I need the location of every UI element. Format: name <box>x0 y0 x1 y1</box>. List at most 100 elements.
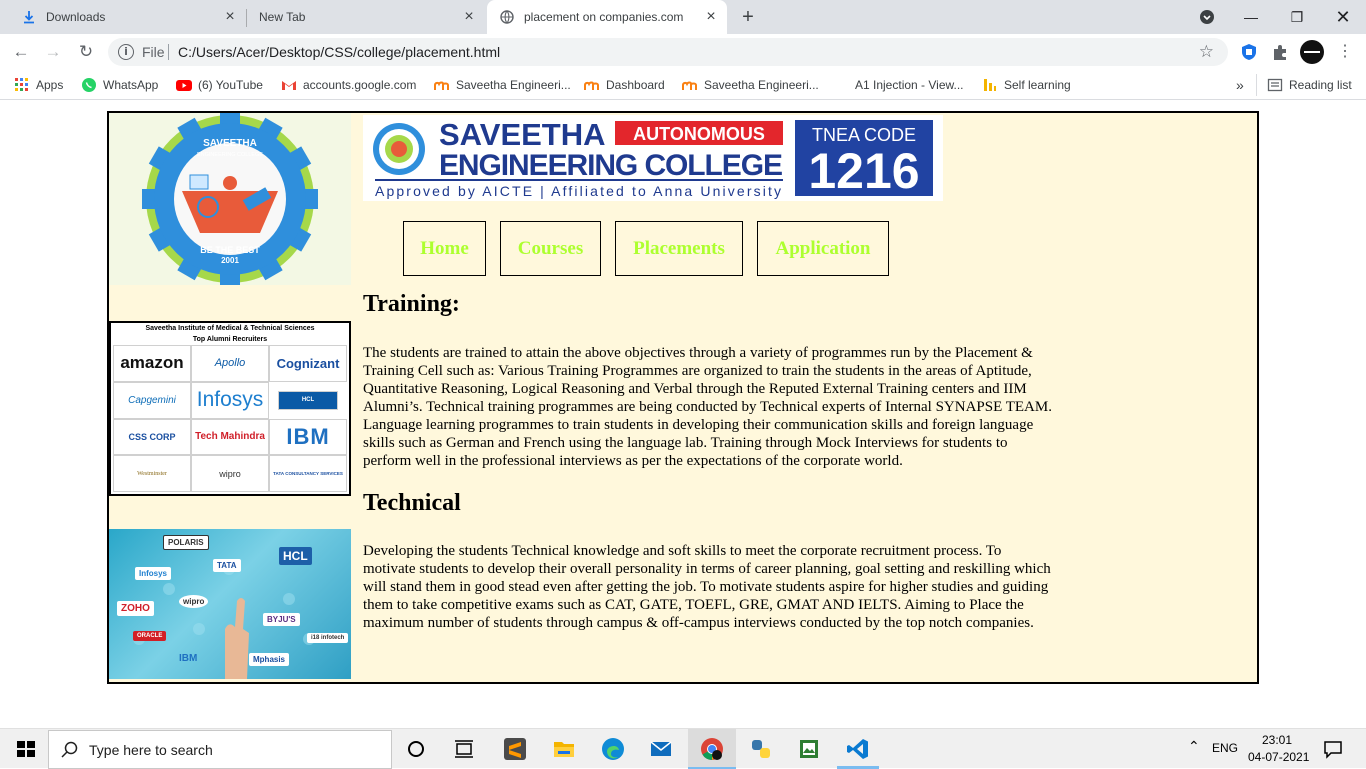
tab-placement[interactable]: placement on companies.com × <box>487 0 727 34</box>
collage-logo: Mphasis <box>249 653 290 666</box>
mail-icon[interactable] <box>649 737 673 761</box>
taskbar-search-box[interactable]: Type here to search <box>48 730 392 769</box>
moodle-icon <box>434 81 449 90</box>
bar-icon <box>984 79 996 91</box>
apps-grid-icon <box>15 78 28 91</box>
address-url[interactable]: C:/Users/Acer/Desktop/CSS/college/placem… <box>178 44 500 60</box>
bookmark-apps[interactable]: Apps <box>14 76 63 94</box>
tab-downloads[interactable]: Downloads × <box>8 0 246 34</box>
logo-title: SAVEETHA <box>203 138 257 149</box>
college-banner-graphic: SAVEETHA AUTONOMOUS ENGINEERING COLLEGE … <box>363 115 943 201</box>
bookmark-label: Apps <box>36 78 64 92</box>
profile-avatar-icon[interactable] <box>1300 40 1324 64</box>
restore-icon[interactable]: ❐ <box>1286 6 1308 28</box>
close-window-icon[interactable]: ✕ <box>1332 6 1354 28</box>
tab-title: Downloads <box>46 10 106 24</box>
tray-overflow-icon[interactable]: ⌃ <box>1188 738 1200 755</box>
clock-date[interactable]: 04-07-2021 <box>1248 750 1309 764</box>
tab-new-tab[interactable]: New Tab × <box>247 0 485 34</box>
bookmarks-divider <box>1256 74 1257 96</box>
clock-time[interactable]: 23:01 <box>1262 733 1292 747</box>
collage-logo: ZOHO <box>117 601 154 616</box>
banner-line2: ENGINEERING COLLEGE <box>439 149 783 182</box>
windows-taskbar: Type here to search ⌃ ENG 23:01 04-07-20… <box>0 728 1366 769</box>
address-bar[interactable]: i File C:/Users/Acer/Desktop/CSS/college… <box>108 38 1228 66</box>
logo-year: 2001 <box>221 256 239 265</box>
nav-home-link[interactable]: Home <box>403 221 486 276</box>
recruiter-logo: Tech Mahindra <box>191 418 269 456</box>
vscode-icon[interactable] <box>846 737 870 761</box>
tab-strip: Downloads × New Tab × placement on compa… <box>0 0 1366 34</box>
bookmark-label: Saveetha Engineeri... <box>456 78 571 92</box>
bookmark-whatsapp[interactable]: WhatsApp <box>81 76 158 94</box>
bookmark-label: accounts.google.com <box>303 78 417 92</box>
reading-list-button[interactable]: Reading list <box>1267 76 1352 94</box>
bookmark-label: (6) YouTube <box>198 78 263 92</box>
chrome-icon[interactable] <box>700 737 724 761</box>
logo-motto: BE THE BEST <box>200 245 260 255</box>
close-tab-icon[interactable]: × <box>703 9 719 25</box>
bookmarks-overflow-icon[interactable]: » <box>1236 76 1244 94</box>
bookmark-label: Self learning <box>1004 78 1071 92</box>
file-explorer-icon[interactable] <box>552 737 576 761</box>
forward-icon[interactable]: → <box>42 41 64 63</box>
collage-logo: POLARIS <box>163 535 209 550</box>
recruiters-header: Saveetha Institute of Medical & Technica… <box>145 325 315 332</box>
back-icon[interactable]: ← <box>10 41 32 63</box>
bookmark-label: Saveetha Engineeri... <box>704 78 819 92</box>
collage-logo: IBM <box>179 653 198 664</box>
bookmark-dashboard[interactable]: Dashboard <box>584 76 665 94</box>
tab-search-icon[interactable] <box>1196 6 1218 28</box>
menu-icon[interactable]: ⋮ <box>1334 41 1356 63</box>
search-icon <box>61 741 78 758</box>
companies-collage-image: POLARIS HCL Infosys TATA ZOHO wipro BYJU… <box>109 529 351 679</box>
tab-title: placement on companies.com <box>524 10 684 24</box>
close-tab-icon[interactable]: × <box>222 9 238 25</box>
task-view-icon[interactable] <box>452 737 476 761</box>
image-viewer-icon[interactable] <box>797 737 821 761</box>
bookmark-saveetha-2[interactable]: Saveetha Engineeri... <box>682 76 819 94</box>
collage-logo: i18 infotech <box>307 633 349 643</box>
info-icon[interactable]: i <box>118 44 134 60</box>
address-divider <box>168 44 169 60</box>
bookmark-saveetha-1[interactable]: Saveetha Engineeri... <box>434 76 571 94</box>
cortana-icon[interactable] <box>404 737 428 761</box>
nav-application-link[interactable]: Application <box>757 221 889 276</box>
main-content: Training: The students are trained to at… <box>363 291 1053 632</box>
nav-placements-link[interactable]: Placements <box>615 221 743 276</box>
extension-shield-icon[interactable] <box>1240 43 1258 61</box>
recruiters-subheader: Top Alumni Recruiters <box>192 336 268 343</box>
recruiter-logo: amazon <box>113 345 191 382</box>
recruiter-logo: TATA CONSULTANCY SERVICES <box>269 455 347 492</box>
collage-logo: BYJU'S <box>263 613 300 626</box>
college-banner: SAVEETHA AUTONOMOUS ENGINEERING COLLEGE … <box>363 115 943 201</box>
bookmark-self-learning[interactable]: Self learning <box>982 76 1071 94</box>
recruiter-logo: HCL <box>278 390 338 410</box>
python-icon[interactable] <box>749 737 773 761</box>
recruiters-image: Saveetha Institute of Medical & Technica… <box>109 321 351 496</box>
sublime-text-icon[interactable] <box>503 737 527 761</box>
language-indicator[interactable]: ENG <box>1212 741 1238 755</box>
reload-icon[interactable]: ↻ <box>75 41 97 63</box>
windows-start-icon[interactable] <box>14 737 38 761</box>
recruiter-logo: Cognizant <box>269 345 347 382</box>
reading-list-label: Reading list <box>1289 78 1352 92</box>
edge-icon[interactable] <box>601 737 625 761</box>
banner-tnea-code: 1216 <box>808 143 919 199</box>
bookmark-a1-injection[interactable]: A1 Injection - View... <box>855 76 964 94</box>
new-tab-icon[interactable]: + <box>738 7 758 27</box>
nav-courses-link[interactable]: Courses <box>500 221 601 276</box>
minimize-icon[interactable]: — <box>1240 6 1262 28</box>
notification-center-icon[interactable] <box>1322 738 1344 760</box>
youtube-icon <box>176 80 192 91</box>
bookmark-label: Dashboard <box>606 78 665 92</box>
recruiter-logo: IBM <box>269 418 347 456</box>
logo-subtitle: ENGINEERING COLLEGE <box>197 152 263 158</box>
bookmark-youtube[interactable]: (6) YouTube <box>176 76 263 94</box>
main-nav: Home Courses Placements Application <box>403 221 903 276</box>
download-icon <box>24 11 34 24</box>
extensions-puzzle-icon[interactable] <box>1271 43 1289 61</box>
close-tab-icon[interactable]: × <box>461 9 477 25</box>
bookmark-google-accounts[interactable]: accounts.google.com <box>281 76 416 94</box>
bookmark-star-icon[interactable]: ☆ <box>1199 42 1214 62</box>
